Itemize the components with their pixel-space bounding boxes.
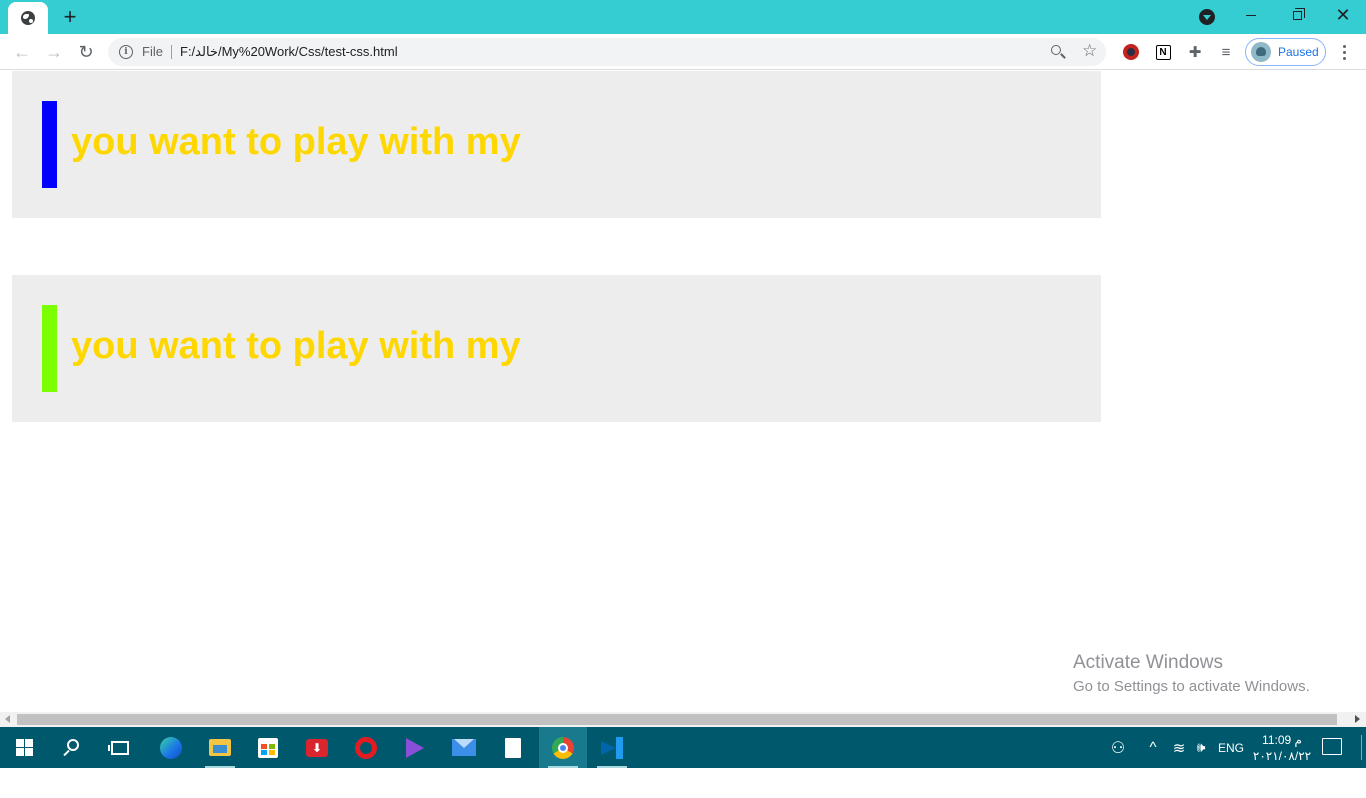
heading-card: you want to play with my [12,275,1101,422]
accent-bar [42,101,57,188]
show-desktop-button[interactable] [1361,735,1362,760]
minimize-button[interactable] [1228,0,1274,30]
bookmark-star-icon[interactable]: ☆ [1082,41,1097,61]
edge-taskbar-button[interactable] [147,727,195,768]
notification-center-icon[interactable] [1322,738,1342,755]
page-viewport: you want to play with my you want to pla… [0,71,1366,712]
language-indicator[interactable]: ENG [1214,727,1248,768]
extension-red-icon[interactable] [1121,42,1141,62]
search-icon [63,738,81,757]
mail-icon [452,739,476,756]
clock-date: ٢٠٢١/٠٨/٢٢ [1252,749,1312,763]
scheme-label: File [142,44,163,59]
profile-button[interactable]: Paused [1245,38,1326,66]
opera-icon [355,736,377,759]
card-heading: you want to play with my [71,121,521,163]
heading-card: you want to play with my [12,71,1101,218]
new-tab-button[interactable]: + [58,5,82,29]
store-icon [258,737,278,758]
download-manager-icon: ⬇ [306,738,328,757]
start-button[interactable] [0,727,48,768]
scroll-right-icon[interactable] [1355,715,1360,723]
people-icon[interactable]: ⚇ [1106,727,1130,768]
activation-watermark: Activate Windows Go to Settings to activ… [1073,652,1310,695]
info-icon[interactable]: i [119,45,133,59]
chrome-taskbar-button[interactable] [539,727,587,768]
notepad-taskbar-button[interactable] [489,727,537,768]
task-view-button[interactable] [96,727,144,768]
accent-bar [42,305,57,392]
card-heading: you want to play with my [71,325,521,367]
chevron-up-icon[interactable]: ^ [1142,727,1164,768]
reload-button[interactable]: ↻ [74,40,98,64]
watermark-subtitle: Go to Settings to activate Windows. [1073,678,1310,695]
scroll-thumb[interactable] [17,714,1337,725]
wifi-icon[interactable]: ≋ [1168,727,1190,768]
vscode-icon [601,736,623,759]
chrome-icon [552,736,574,759]
zoom-icon[interactable] [1050,44,1066,60]
tab-test-css[interactable] [8,2,48,34]
windows-logo-icon [15,739,33,756]
notion-extension-icon[interactable]: N [1153,42,1173,62]
notepad-icon [505,737,521,758]
clock[interactable]: 11:09 م ٢٠٢١/٠٨/٢٢ [1250,732,1314,764]
media-control-icon[interactable]: ≡ [1216,42,1236,62]
back-button[interactable]: ← [10,40,34,64]
avatar [1251,42,1271,62]
search-button[interactable] [48,727,96,768]
restore-icon [1292,7,1305,20]
vscode-taskbar-button[interactable] [588,727,636,768]
store-taskbar-button[interactable] [244,727,292,768]
browser-toolbar: ← → ↻ i File F:/خالد/My%20Work/Css/test-… [0,34,1366,70]
menu-kebab-icon[interactable] [1334,40,1354,64]
mail-taskbar-button[interactable] [440,727,488,768]
scroll-left-icon[interactable] [5,715,10,723]
file-explorer-taskbar-button[interactable] [196,727,244,768]
forward-button[interactable]: → [42,40,66,64]
download-manager-taskbar-button[interactable]: ⬇ [293,727,341,768]
url-text[interactable]: F:/خالد/My%20Work/Css/test-css.html [180,44,398,60]
task-view-icon [108,740,129,755]
watermark-title: Activate Windows [1073,652,1223,673]
extensions-puzzle-icon[interactable]: ✚ [1185,42,1205,62]
globe-icon [21,11,35,25]
volume-icon[interactable]: 🕪 [1190,727,1212,768]
close-window-button[interactable]: ✕ [1320,0,1366,30]
media-player-icon [406,737,424,758]
below-taskbar-area [0,768,1366,798]
tab-strip: + ✕ [0,0,1366,34]
horizontal-scrollbar[interactable] [0,712,1366,727]
edge-icon [160,736,182,759]
address-bar[interactable]: i File F:/خالد/My%20Work/Css/test-css.ht… [108,38,1106,66]
restore-button[interactable] [1274,0,1320,30]
taskbar: ⬇ ⚇ ^ ≋ 🕪 ENG 11:09 م ٢٠٢١/٠٨/٢٢ [0,727,1366,768]
opera-taskbar-button[interactable] [342,727,390,768]
tab-search-button[interactable] [1199,9,1215,25]
media-player-taskbar-button[interactable] [391,727,439,768]
clock-time: 11:09 م [1262,733,1302,747]
profile-status-label: Paused [1278,45,1319,59]
file-explorer-icon [209,739,231,756]
separator [171,45,172,59]
